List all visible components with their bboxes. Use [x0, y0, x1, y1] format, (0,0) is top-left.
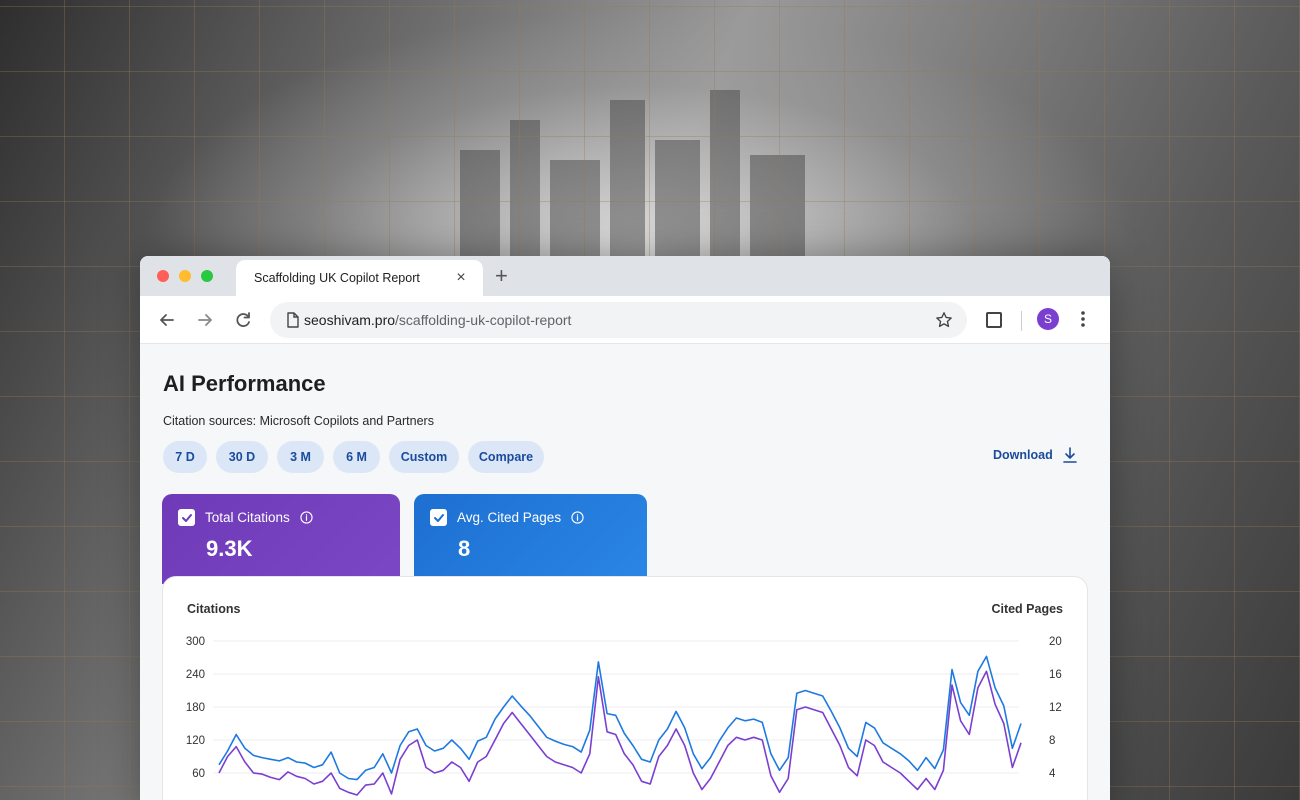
- browser-toolbar: seoshivam.pro/scaffolding-uk-copilot-rep…: [140, 296, 1110, 344]
- metric-value: 8: [458, 536, 471, 561]
- checkmark-icon: [433, 513, 444, 522]
- right-tick-label: 20: [1049, 636, 1062, 648]
- url-path: /scaffolding-uk-copilot-report: [395, 312, 572, 328]
- bookmark-star-icon[interactable]: [935, 311, 953, 329]
- split-view-icon[interactable]: [986, 312, 1002, 328]
- right-tick-label: 8: [1049, 735, 1055, 747]
- info-icon[interactable]: [571, 511, 584, 524]
- checkmark-icon: [181, 513, 192, 522]
- range-chip-custom[interactable]: Custom: [389, 441, 459, 473]
- metric-label: Total Citations: [205, 510, 290, 525]
- tab-active[interactable]: Scaffolding UK Copilot Report ×: [236, 260, 483, 296]
- avg-cited-pages-card[interactable]: Avg. Cited Pages 8: [414, 494, 647, 584]
- left-tick-label: 180: [186, 702, 205, 714]
- page-title: AI Performance: [163, 371, 326, 396]
- performance-chart-card: Citations Cited Pages 300 20 240 16 180 12 120 8 6…: [162, 576, 1088, 800]
- right-axis-title: Cited Pages: [991, 602, 1063, 616]
- range-chip-6m[interactable]: 6 M: [333, 441, 380, 473]
- metric-value: 9.3K: [206, 536, 253, 561]
- metric-label: Avg. Cited Pages: [457, 510, 562, 525]
- left-tick-label: 240: [186, 669, 205, 681]
- range-chip-7d[interactable]: 7 D: [163, 441, 207, 473]
- range-chip-30d[interactable]: 30 D: [216, 441, 268, 473]
- performance-line-chart: Citations Cited Pages 300 20 240 16 180 12 120 8 6…: [186, 602, 1063, 796]
- range-chip-3m[interactable]: 3 M: [277, 441, 324, 473]
- minimize-window-button[interactable]: [179, 270, 191, 282]
- maximize-window-button[interactable]: [201, 270, 213, 282]
- tab-close-icon[interactable]: ×: [453, 270, 469, 286]
- new-tab-button[interactable]: +: [495, 265, 508, 287]
- download-button[interactable]: Download: [993, 447, 1077, 463]
- cited-pages-series-line: [218, 655, 1022, 781]
- download-icon: [1062, 447, 1077, 463]
- close-window-button[interactable]: [157, 270, 169, 282]
- toolbar-divider: [1021, 311, 1022, 331]
- download-label: Download: [993, 448, 1053, 462]
- total-citations-checkbox[interactable]: [178, 509, 195, 526]
- left-tick-label: 300: [186, 636, 205, 648]
- avg-cited-pages-checkbox[interactable]: [430, 509, 447, 526]
- address-bar[interactable]: seoshivam.pro/scaffolding-uk-copilot-rep…: [270, 302, 967, 338]
- url-host: seoshivam.pro: [304, 312, 396, 328]
- browser-window: Scaffolding UK Copilot Report × + seoshi…: [140, 256, 1110, 800]
- tab-title: Scaffolding UK Copilot Report: [254, 271, 420, 285]
- profile-avatar[interactable]: S: [1037, 308, 1059, 330]
- citation-sources-text: Citation sources: Microsoft Copilots and…: [163, 414, 434, 428]
- reload-icon[interactable]: [233, 310, 253, 330]
- page-info-icon[interactable]: [286, 312, 300, 328]
- range-chip-compare[interactable]: Compare: [468, 441, 544, 473]
- report-page: AI Performance Citation sources: Microso…: [140, 344, 1110, 800]
- back-arrow-icon[interactable]: [157, 310, 177, 330]
- left-axis-title: Citations: [187, 602, 241, 616]
- citations-series-line: [218, 670, 1022, 796]
- left-tick-label: 120: [186, 735, 205, 747]
- info-icon[interactable]: [300, 511, 313, 524]
- date-range-selector: 7 D 30 D 3 M 6 M Custom Compare: [163, 441, 544, 473]
- right-tick-label: 16: [1049, 669, 1062, 681]
- left-tick-label: 60: [192, 768, 205, 780]
- total-citations-card[interactable]: Total Citations 9.3K: [162, 494, 400, 584]
- right-tick-label: 4: [1049, 768, 1056, 780]
- right-tick-label: 12: [1049, 702, 1062, 714]
- forward-arrow-icon[interactable]: [195, 310, 215, 330]
- more-menu-icon[interactable]: [1080, 309, 1086, 329]
- tab-strip: Scaffolding UK Copilot Report × +: [140, 256, 1110, 296]
